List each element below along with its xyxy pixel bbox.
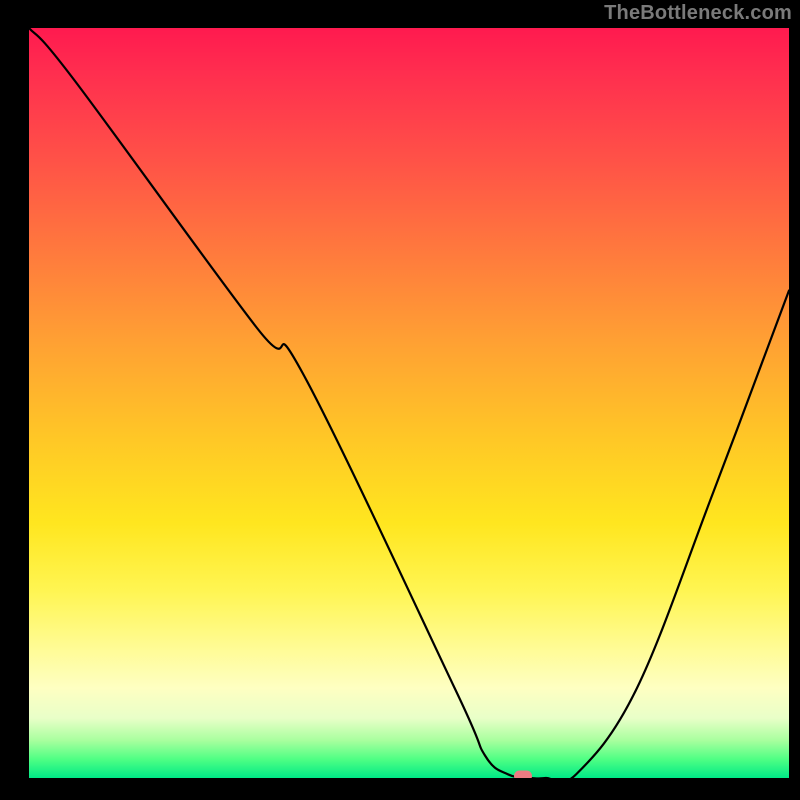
bottleneck-curve (29, 28, 789, 778)
plot-area (29, 28, 789, 778)
optimal-point-marker (514, 771, 532, 779)
watermark-text: TheBottleneck.com (604, 2, 792, 25)
chart-container: TheBottleneck.com (0, 0, 800, 800)
